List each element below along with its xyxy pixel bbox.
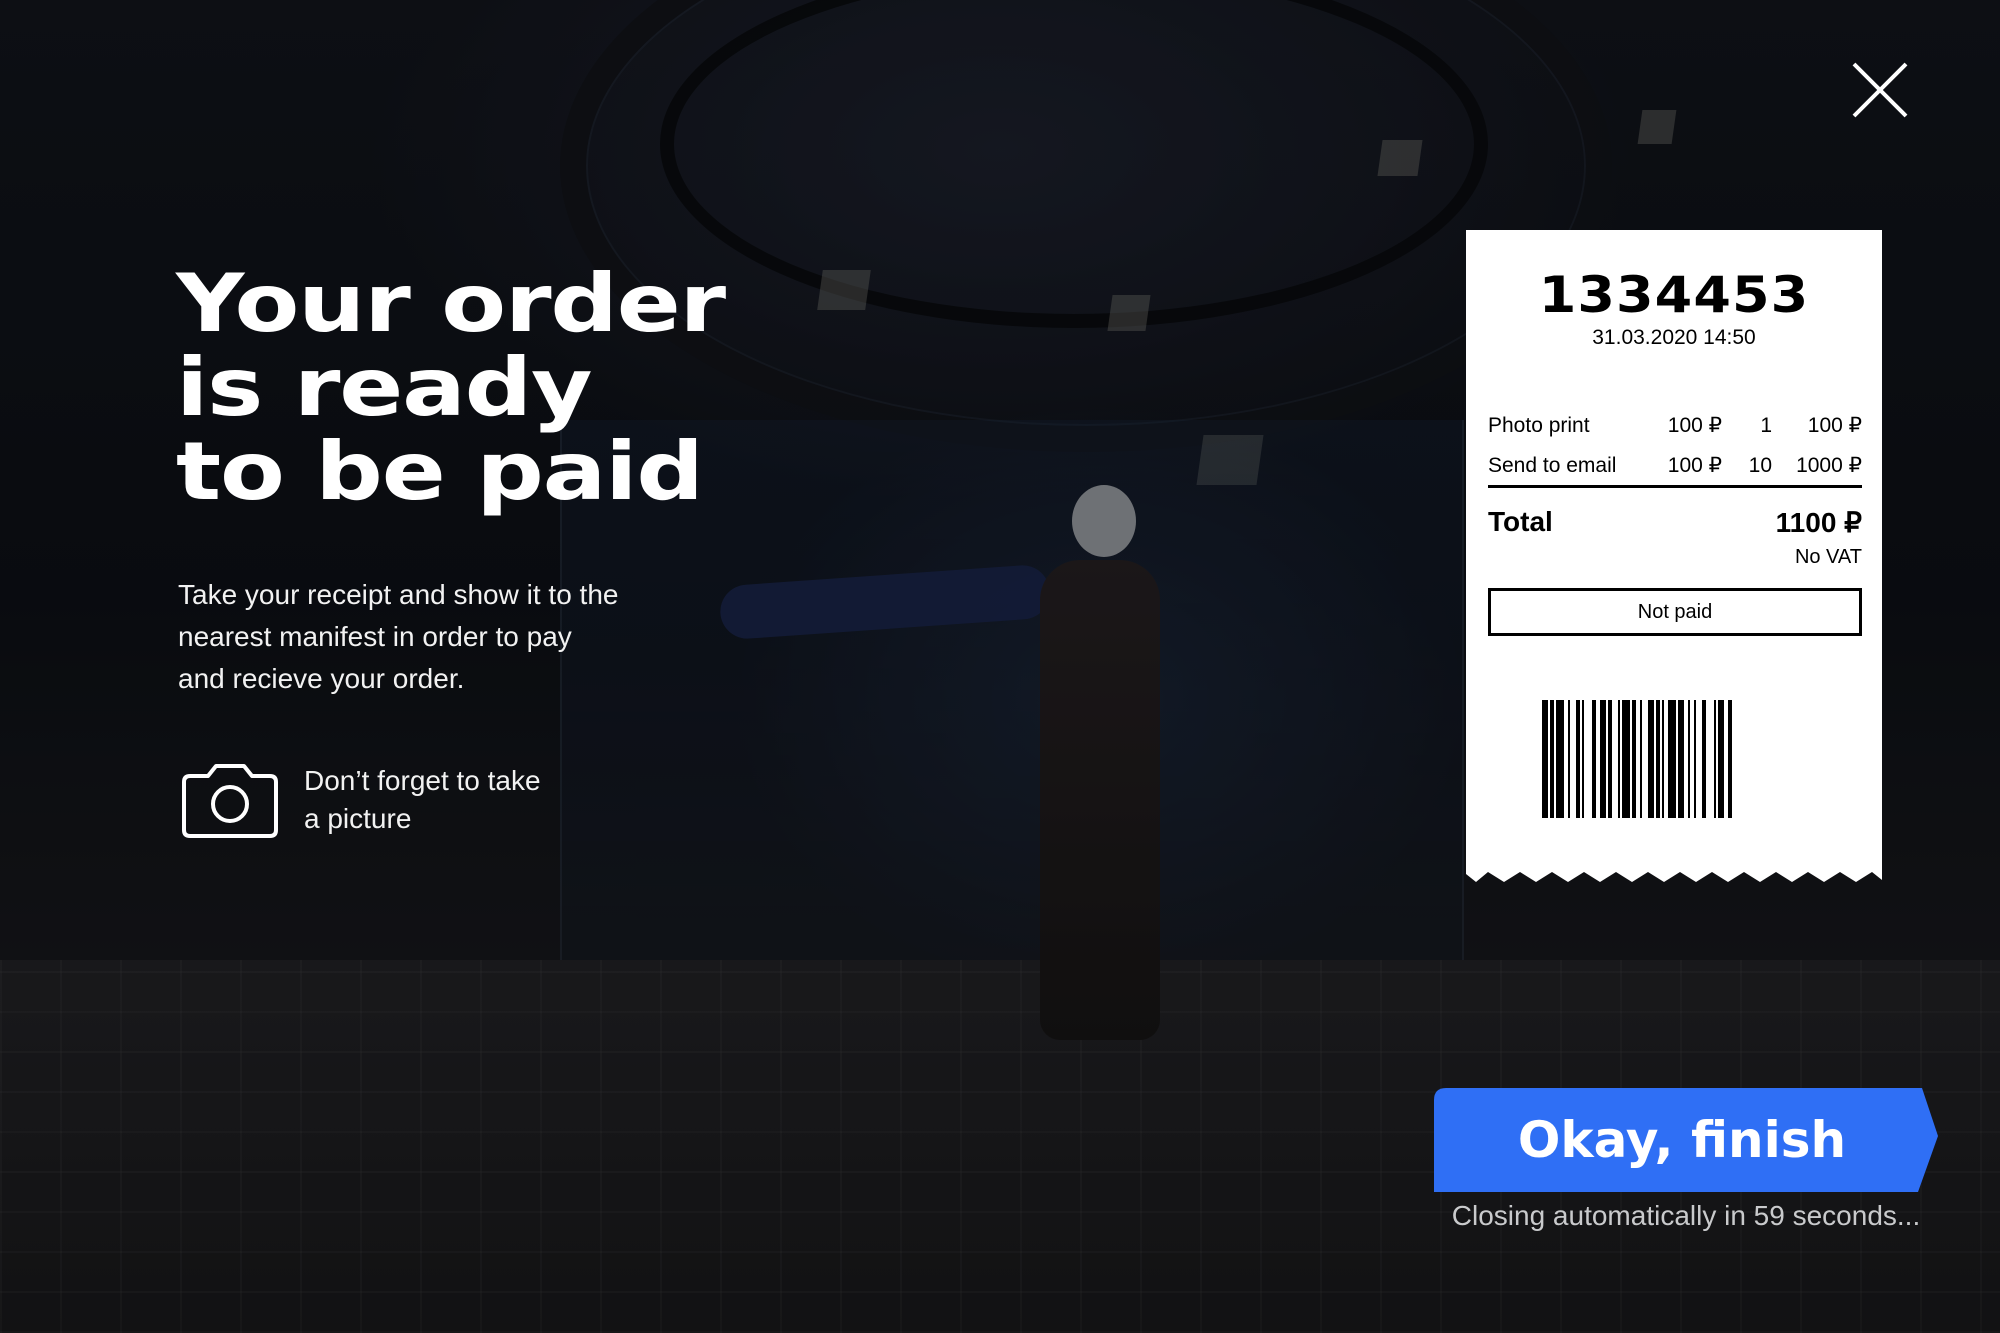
instructions-line: Take your receipt and show it to the (178, 579, 619, 610)
receipt: 1334453 31.03.2020 14:50 Photo print 100… (1466, 230, 1882, 870)
receipt-items: Photo print 100 ₽ 1 100 ₽ Send to email … (1488, 406, 1862, 486)
barcode-bar (1694, 700, 1696, 818)
receipt-item-row: Photo print 100 ₽ 1 100 ₽ (1488, 406, 1862, 446)
barcode (1542, 700, 1732, 818)
total-value: 1100 ₽ (1775, 507, 1862, 538)
order-ready-screen: Your order is ready to be paid Take your… (0, 0, 2000, 1333)
barcode-bar (1688, 700, 1690, 818)
barcode-bar (1668, 700, 1676, 818)
page-title-line: Your order (176, 257, 726, 350)
barcode-bar (1632, 700, 1636, 818)
order-datetime: 31.03.2020 14:50 (1592, 326, 1756, 349)
barcode-bar (1678, 700, 1684, 818)
barcode-bar (1576, 700, 1580, 818)
page-title: Your order is ready to be paid (176, 262, 1002, 514)
item-name: Photo print (1488, 414, 1590, 437)
item-price: 100 ₽ (1667, 454, 1722, 477)
vat-note: No VAT (1794, 546, 1862, 568)
page-title-line: is ready (176, 341, 593, 434)
barcode-bar (1718, 700, 1724, 818)
barcode-bar (1648, 700, 1654, 818)
barcode-bar (1728, 700, 1732, 818)
item-qty: 1 (1760, 414, 1772, 437)
camera-icon (182, 764, 278, 838)
item-qty: 10 (1748, 454, 1772, 477)
barcode-bar (1592, 700, 1596, 818)
barcode-bar (1640, 700, 1642, 818)
barcode-bar (1542, 700, 1548, 818)
barcode-bar (1550, 700, 1554, 818)
barcode-bar (1608, 700, 1612, 818)
barcode-bar (1702, 700, 1706, 818)
receipt-item-row: Send to email 100 ₽ 10 1000 ₽ (1488, 446, 1862, 486)
barcode-bar (1618, 700, 1620, 818)
page-title-line: to be paid (176, 425, 704, 518)
photo-hint-line: a picture (304, 803, 412, 834)
barcode-bar (1568, 700, 1570, 818)
instructions-text: Take your receipt and show it to the nea… (178, 574, 698, 700)
barcode-bar (1556, 700, 1564, 818)
finish-button[interactable] (1434, 1088, 1938, 1192)
instructions-line: nearest manifest in order to pay (178, 621, 572, 652)
barcode-bar (1714, 700, 1716, 818)
item-price: 100 ₽ (1667, 414, 1722, 437)
payment-status-badge: Not paid (1488, 588, 1862, 636)
item-sum: 1000 ₽ (1796, 454, 1862, 477)
receipt-divider (1488, 485, 1862, 488)
close-icon[interactable] (1850, 60, 1910, 120)
instructions-line: and recieve your order. (178, 663, 465, 694)
receipt-torn-edge (1466, 868, 1882, 882)
order-number: 1334453 (1538, 266, 1810, 324)
photo-hint-line: Don’t forget to take (304, 765, 541, 796)
photo-hint-text: Don’t forget to take a picture (304, 762, 541, 838)
barcode-bar (1656, 700, 1660, 818)
item-sum: 100 ₽ (1807, 414, 1862, 437)
photo-hint: Don’t forget to take a picture (178, 760, 541, 840)
total-label: Total (1488, 506, 1553, 537)
item-name: Send to email (1488, 454, 1617, 477)
barcode-bar (1600, 700, 1606, 818)
barcode-bar (1662, 700, 1664, 818)
barcode-bar (1622, 700, 1630, 818)
barcode-bar (1582, 700, 1584, 818)
autoclose-countdown: Closing automatically in 59 seconds... (1451, 1200, 1921, 1231)
